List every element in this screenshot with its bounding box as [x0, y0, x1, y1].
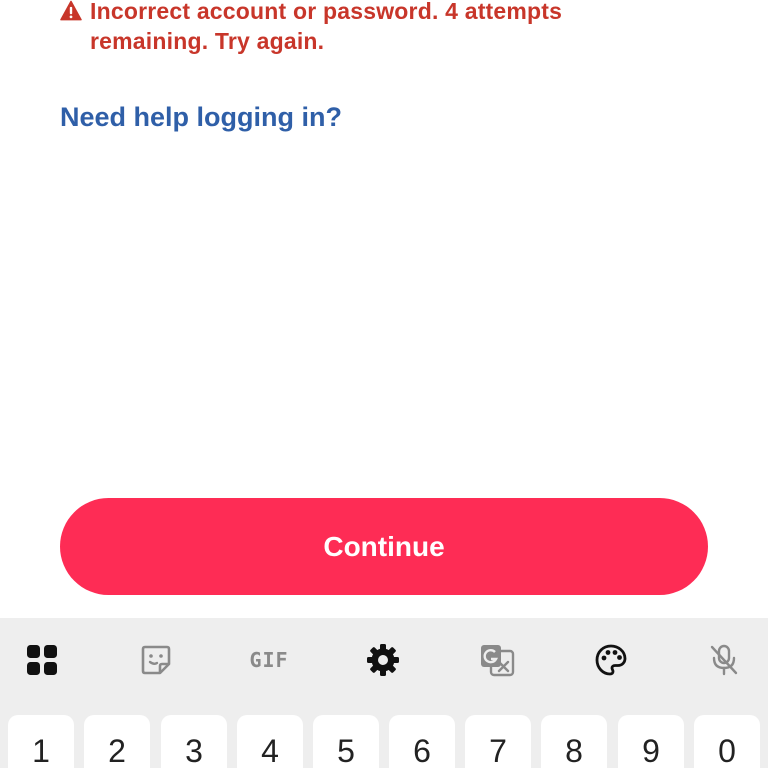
key-1[interactable]: 1: [8, 715, 74, 768]
theme-palette-button[interactable]: [591, 640, 631, 680]
continue-button[interactable]: Continue: [60, 498, 708, 595]
keyboard-toolbar: GIF: [0, 618, 768, 702]
voice-input-button[interactable]: [704, 640, 744, 680]
key-7[interactable]: 7: [465, 715, 531, 768]
apps-grid-button[interactable]: [22, 640, 62, 680]
palette-icon: [595, 644, 627, 676]
soft-keyboard: GIF 1 2 3 4 5 6 7 8 9 0: [0, 618, 768, 768]
key-5[interactable]: 5: [313, 715, 379, 768]
error-text: Incorrect account or password. 4 attempt…: [90, 0, 563, 54]
key-6[interactable]: 6: [389, 715, 455, 768]
apps-grid-icon: [27, 645, 57, 675]
sticker-icon: [141, 645, 171, 675]
gif-icon: GIF: [249, 648, 289, 672]
mic-off-icon: [710, 644, 738, 676]
key-0[interactable]: 0: [694, 715, 760, 768]
sticker-button[interactable]: [136, 640, 176, 680]
translate-button[interactable]: [477, 640, 517, 680]
settings-button[interactable]: [363, 640, 403, 680]
key-9[interactable]: 9: [618, 715, 684, 768]
gif-button[interactable]: GIF: [249, 640, 289, 680]
key-4[interactable]: 4: [237, 715, 303, 768]
warning-triangle-icon: [60, 0, 82, 21]
translate-icon: [481, 645, 515, 677]
key-2[interactable]: 2: [84, 715, 150, 768]
settings-gear-icon: [367, 644, 399, 676]
key-8[interactable]: 8: [541, 715, 607, 768]
key-3[interactable]: 3: [161, 715, 227, 768]
need-help-link[interactable]: Need help logging in?: [60, 100, 342, 134]
